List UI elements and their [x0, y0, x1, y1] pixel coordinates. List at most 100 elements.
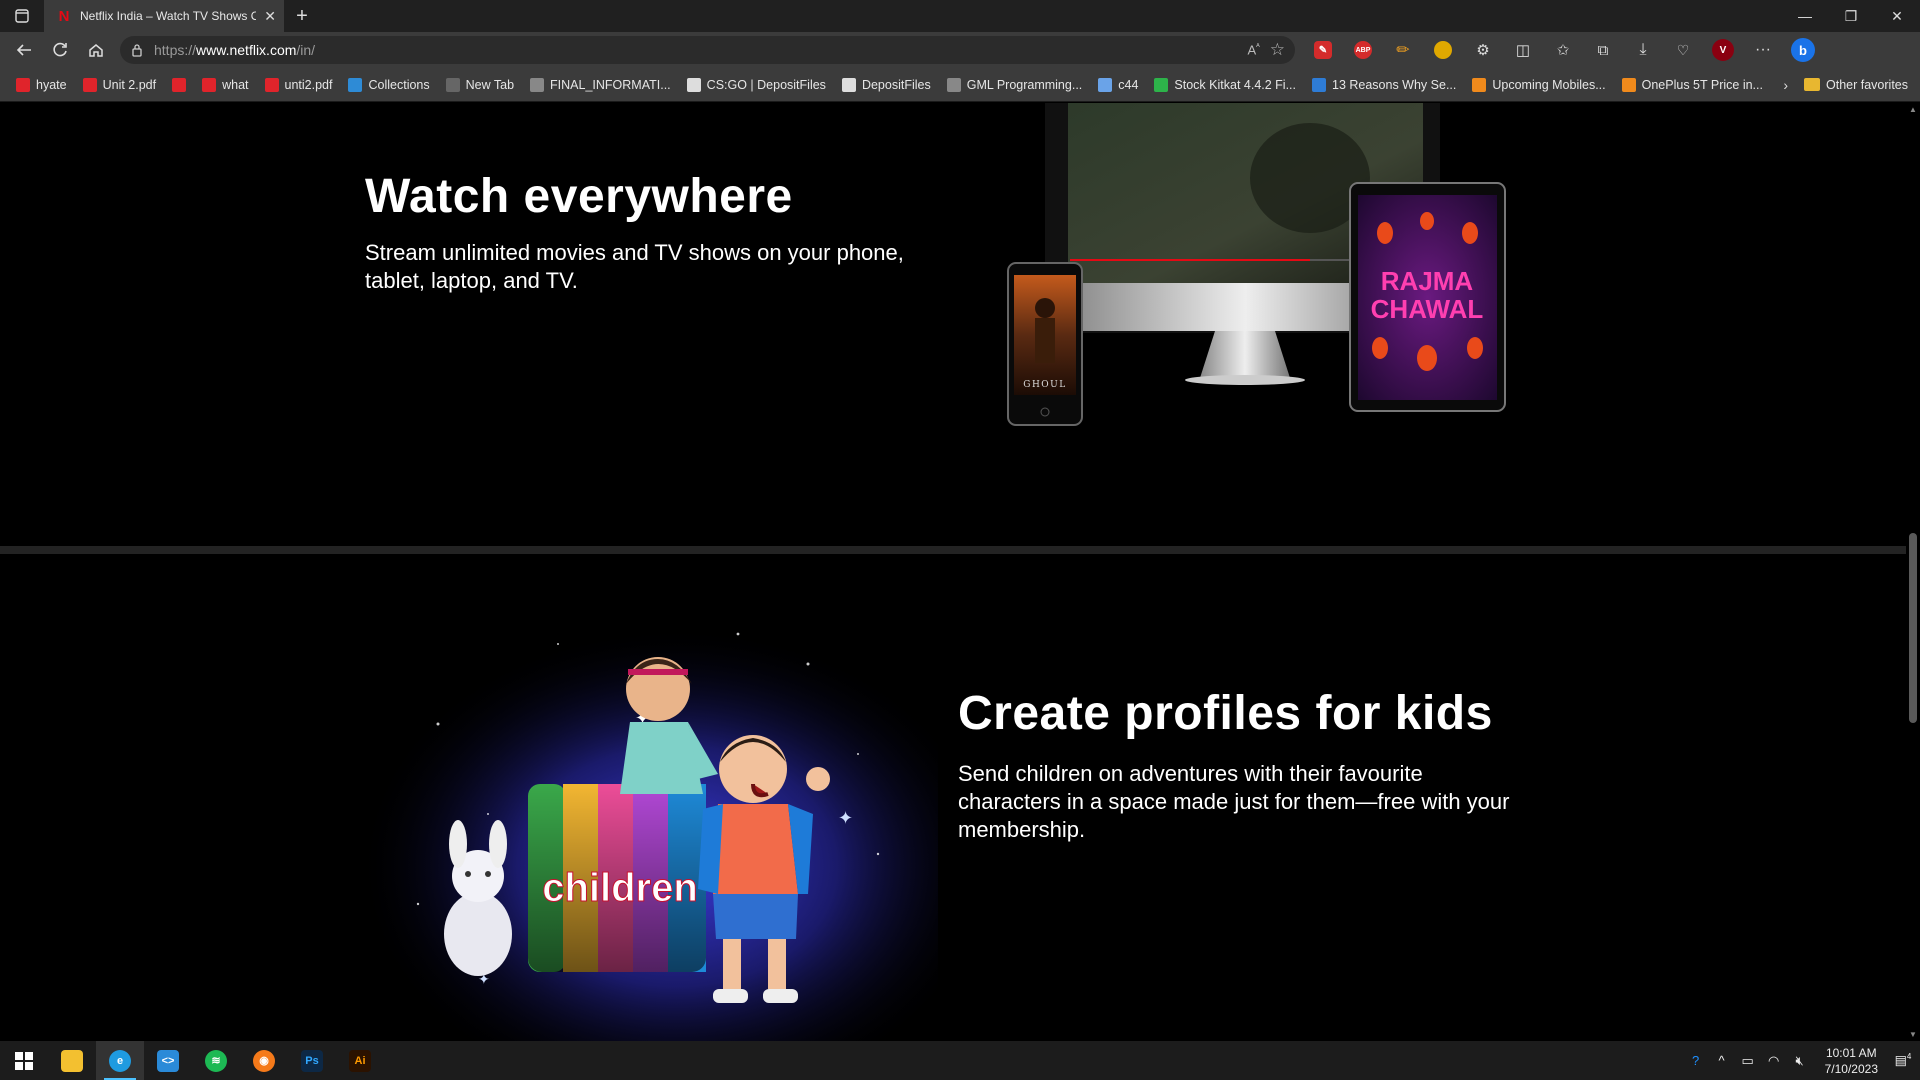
taskbar-photoshop[interactable]: Ps [288, 1041, 336, 1080]
help-icon[interactable]: ? [1685, 1053, 1707, 1068]
taskbar-vscode[interactable]: <> [144, 1041, 192, 1080]
bookmark-item[interactable]: DepositFiles [834, 71, 939, 99]
battery-icon[interactable]: ▭ [1737, 1053, 1759, 1069]
start-button[interactable] [0, 1041, 48, 1080]
tab-netflix[interactable]: N Netflix India – Watch TV Shows O ✕ [44, 0, 284, 32]
file-explorer-icon [61, 1049, 83, 1072]
bookmarks-overflow-chevron-icon[interactable]: › [1771, 77, 1800, 93]
tab-close-icon[interactable]: ✕ [264, 8, 276, 25]
bing-icon: b [1791, 38, 1815, 62]
bookmark-label: hyate [36, 77, 67, 92]
tablet-poster-line1: RAJMA [1381, 266, 1474, 296]
notification-count: 4 [1906, 1052, 1912, 1062]
other-favorites-folder[interactable]: Other favorites [1800, 78, 1912, 92]
bookmark-favicon-icon [16, 77, 30, 92]
more-dots-icon: ··· [1755, 41, 1771, 58]
scroll-up-arrow-icon[interactable]: ▲ [1906, 105, 1920, 114]
performance-button[interactable]: ♡ [1663, 34, 1703, 66]
highlighter-extension-button[interactable]: ✏ [1383, 34, 1423, 66]
windows-logo-icon [15, 1051, 33, 1070]
downloads-button[interactable]: ⤓ [1623, 34, 1663, 66]
bookmark-item[interactable]: unti2.pdf [257, 71, 341, 99]
bookmark-item[interactable]: CS:GO | DepositFiles [679, 71, 834, 99]
bookmark-item[interactable]: OnePlus 5T Price in... [1614, 71, 1771, 99]
taskbar-illustrator[interactable]: Ai [336, 1041, 384, 1080]
bookmark-favicon-icon [1621, 77, 1636, 92]
profile-avatar-icon: V [1712, 39, 1734, 61]
volume-muted-icon[interactable]: 🔇︎ [1789, 1053, 1811, 1069]
bing-chat-button[interactable]: b [1783, 34, 1823, 66]
bookmark-item[interactable]: FINAL_INFORMATI... [522, 71, 679, 99]
bookmark-item[interactable]: what [194, 71, 256, 99]
notification-center-icon[interactable]: ▤4 [1892, 1052, 1914, 1068]
favorite-star-icon[interactable]: ☆ [1270, 40, 1285, 60]
profile-button[interactable]: V [1703, 34, 1743, 66]
windows-taskbar: e <> ≋ ◉ Ps Ai ? ^ ▭ ◠ 🔇︎ 10:01 AM 7/10/2023 … [0, 1041, 1920, 1080]
back-button[interactable] [6, 34, 42, 66]
bookmark-favicon-icon [946, 77, 961, 92]
bookmark-item[interactable]: Stock Kitkat 4.4.2 Fi... [1146, 71, 1304, 99]
bookmark-label: FINAL_INFORMATI... [550, 77, 671, 92]
refresh-icon [53, 42, 67, 57]
photoshop-icon: Ps [301, 1049, 323, 1072]
watch-everywhere-section: Watch everywhere Stream unlimited movies… [0, 103, 1906, 546]
address-bar[interactable]: https://www.netflix.com/in/ Aᴬ ☆ [120, 36, 1295, 64]
taskbar-blender[interactable]: ◉ [240, 1041, 288, 1080]
bookmark-item[interactable]: Upcoming Mobiles... [1464, 71, 1613, 99]
browser-toolbar: https://www.netflix.com/in/ Aᴬ ☆ ✎ ABP ✏… [0, 32, 1920, 68]
bookmark-label: CS:GO | DepositFiles [706, 77, 826, 92]
bookmark-item[interactable]: Unit 2.pdf [75, 71, 165, 99]
refresh-button[interactable] [42, 34, 78, 66]
adblock-extension-button[interactable]: ABP [1343, 34, 1383, 66]
kids-illustration: ✦ ✦ ✦ children [358, 604, 938, 1041]
more-menu-button[interactable]: ··· [1743, 34, 1783, 66]
taskbar-spotify[interactable]: ≋ [192, 1041, 240, 1080]
split-screen-button[interactable]: ◫ [1503, 34, 1543, 66]
chevron-up-icon[interactable]: ^ [1711, 1053, 1733, 1068]
pinned-apps: e <> ≋ ◉ Ps Ai [48, 1041, 384, 1080]
watch-everywhere-title: Watch everywhere [365, 170, 793, 223]
bookmark-label: 13 Reasons Why Se... [1332, 77, 1457, 92]
bookmark-item[interactable]: Collections [340, 71, 437, 99]
children-badge-text: children [542, 866, 698, 910]
minimize-button[interactable]: — [1782, 0, 1828, 32]
bookmark-item[interactable]: 13 Reasons Why Se... [1304, 71, 1464, 99]
close-window-button[interactable]: ✕ [1874, 0, 1920, 32]
bookmark-favicon-icon [1098, 77, 1113, 92]
scrollbar-thumb[interactable] [1909, 533, 1917, 723]
scroll-down-arrow-icon[interactable]: ▼ [1906, 1030, 1920, 1039]
new-tab-button[interactable]: + [284, 0, 320, 32]
page-scrollbar[interactable]: ▲ ▼ [1906, 103, 1920, 1041]
bookmark-label: OnePlus 5T Price in... [1641, 77, 1763, 92]
clock[interactable]: 10:01 AM 7/10/2023 [1815, 1045, 1888, 1077]
favorites-button[interactable]: ✩ [1543, 34, 1583, 66]
restore-button[interactable]: ❐ [1828, 0, 1874, 32]
bookmark-favicon-icon [686, 77, 701, 92]
bookmark-label: Upcoming Mobiles... [1492, 77, 1606, 92]
bookmark-label: unti2.pdf [284, 77, 333, 92]
read-aloud-icon[interactable]: Aᴬ [1247, 42, 1259, 57]
bookmark-item[interactable]: c44 [1090, 71, 1146, 99]
home-button[interactable] [78, 34, 114, 66]
favorites-bar: hyate Unit 2.pdf what unti2.pdf Collections N… [0, 68, 1920, 102]
bookmark-item[interactable]: GML Programming... [939, 71, 1091, 99]
address-url: https://www.netflix.com/in/ [154, 42, 316, 58]
bookmark-label: New Tab [465, 77, 515, 92]
tab-actions-icon [15, 9, 29, 23]
extension-pen-button[interactable]: ✎ [1303, 34, 1343, 66]
bookmark-favicon-icon [1312, 77, 1326, 92]
taskbar-edge[interactable]: e [96, 1041, 144, 1080]
tab-actions-button[interactable] [0, 0, 44, 32]
taskbar-file-explorer[interactable] [48, 1041, 96, 1080]
bookmark-item[interactable]: New Tab [438, 71, 522, 99]
coin-extension-button[interactable] [1423, 34, 1463, 66]
bookmark-item[interactable] [164, 71, 194, 99]
blender-icon: ◉ [253, 1049, 275, 1072]
collections-button[interactable]: ⧉ [1583, 34, 1623, 66]
wifi-icon[interactable]: ◠ [1763, 1053, 1785, 1069]
clock-time: 10:01 AM [1825, 1045, 1877, 1060]
other-favorites-label: Other favorites [1826, 77, 1908, 92]
bookmark-item[interactable]: hyate [8, 71, 75, 99]
extensions-button[interactable]: ⚙ [1463, 34, 1503, 66]
edge-icon: e [109, 1049, 131, 1072]
